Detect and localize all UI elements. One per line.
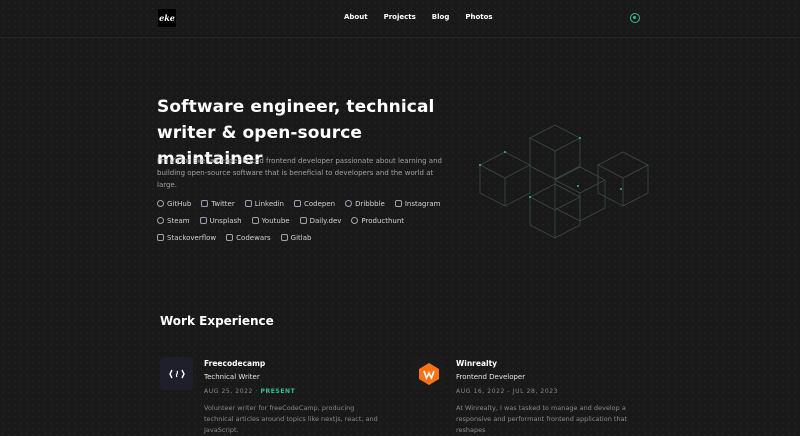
isometric-cubes-illustration [479,125,649,239]
social-label: Gitlab [290,233,312,242]
social-row: Steam Unsplash Youtube Daily.dev Product… [157,212,457,229]
producthunt-icon [351,217,359,224]
freecodecamp-logo-icon [160,357,193,390]
job-details: Freecodecamp Technical Writer AUG 25, 20… [204,359,384,436]
social-link-github[interactable]: GitHub [157,200,191,208]
job-end-date: PRESENT [260,388,296,395]
social-link-codewars[interactable]: Codewars [226,233,271,242]
linkedin-icon [244,200,252,207]
social-link-youtube[interactable]: Youtube [251,216,290,225]
job-start-date: AUG 16, 2022 [456,388,505,395]
social-label: Codewars [236,233,271,242]
nav-link-photos[interactable]: Photos [465,13,492,21]
job-role: Technical Writer [204,373,260,381]
unsplash-icon [199,217,207,224]
nav-link-projects[interactable]: Projects [384,13,416,21]
social-link-producthunt[interactable]: Producthunt [351,217,404,225]
steam-icon [157,217,164,224]
social-row: Stackoverflow Codewars Gitlab [157,229,457,246]
codepen-icon [293,200,301,207]
social-label: Codepen [303,199,336,208]
youtube-icon [251,217,259,224]
social-link-gitlab[interactable]: Gitlab [280,233,312,242]
social-label: GitHub [167,199,192,208]
job-details: Winrealty Frontend Developer AUG 16, 202… [456,359,636,436]
nav-menu: About Projects Blog Photos [344,13,509,21]
top-navigation: eke About Projects Blog Photos [0,0,800,38]
dailydev-icon [299,217,307,224]
instagram-icon [394,200,402,207]
social-link-unsplash[interactable]: Unsplash [199,216,242,225]
job-dates: AUG 16, 2022 - JUL 28, 2023 [456,388,559,395]
social-label: Daily.dev [309,216,342,225]
social-link-dribbble[interactable]: Dribbble [345,200,385,208]
social-row: GitHub Twitter Linkedin Codepen Dribbble… [157,195,457,212]
job-end-date: JUL 28, 2023 [512,388,559,395]
nav-link-blog[interactable]: Blog [432,13,450,21]
social-label: Stackoverflow [167,233,217,242]
social-link-twitter[interactable]: Twitter [201,199,235,208]
site-logo[interactable]: eke [158,9,176,27]
social-label: Twitter [211,199,235,208]
github-icon [157,200,164,207]
job-start-date: AUG 25, 2022 [204,388,253,395]
social-label: Steam [167,216,190,225]
job-company: Winrealty [456,359,498,368]
work-experience-heading: Work Experience [160,314,274,328]
social-link-stackoverflow[interactable]: Stackoverflow [157,234,216,242]
hero-title-line-1: Software engineer, technical [157,97,435,117]
job-dates: AUG 25, 2022 · PRESENT [204,388,296,395]
job-summary: At Winrealty, I was tasked to manage and… [456,404,628,434]
hero-description: I'm Victor Eke, an experienced frontend … [157,157,442,189]
winrealty-logo-icon [412,357,445,390]
job-summary: Volunteer writer for freeCodeCamp, produ… [204,404,378,434]
twitter-icon [201,200,209,207]
theme-toggle-icon[interactable] [630,13,640,23]
social-label: Unsplash [209,216,242,225]
social-label: Producthunt [361,216,405,225]
social-link-instagram[interactable]: Instagram [394,199,441,208]
logo-text: eke [159,13,175,23]
social-label: Dribbble [355,199,385,208]
dribbble-icon [345,200,353,207]
social-link-dailydev[interactable]: Daily.dev [299,216,342,225]
codewars-icon [226,234,234,241]
social-links: GitHub Twitter Linkedin Codepen Dribbble… [157,195,457,246]
nav-link-about[interactable]: About [344,13,368,21]
stackoverflow-icon [157,234,164,241]
job-role: Frontend Developer [456,373,526,381]
social-label: Youtube [261,216,290,225]
social-link-steam[interactable]: Steam [157,217,190,225]
gitlab-icon [280,234,288,241]
social-label: Linkedin [254,199,284,208]
social-link-linkedin[interactable]: Linkedin [244,199,284,208]
social-label: Instagram [404,199,441,208]
job-company: Freecodecamp [204,359,266,368]
social-link-codepen[interactable]: Codepen [293,199,336,208]
